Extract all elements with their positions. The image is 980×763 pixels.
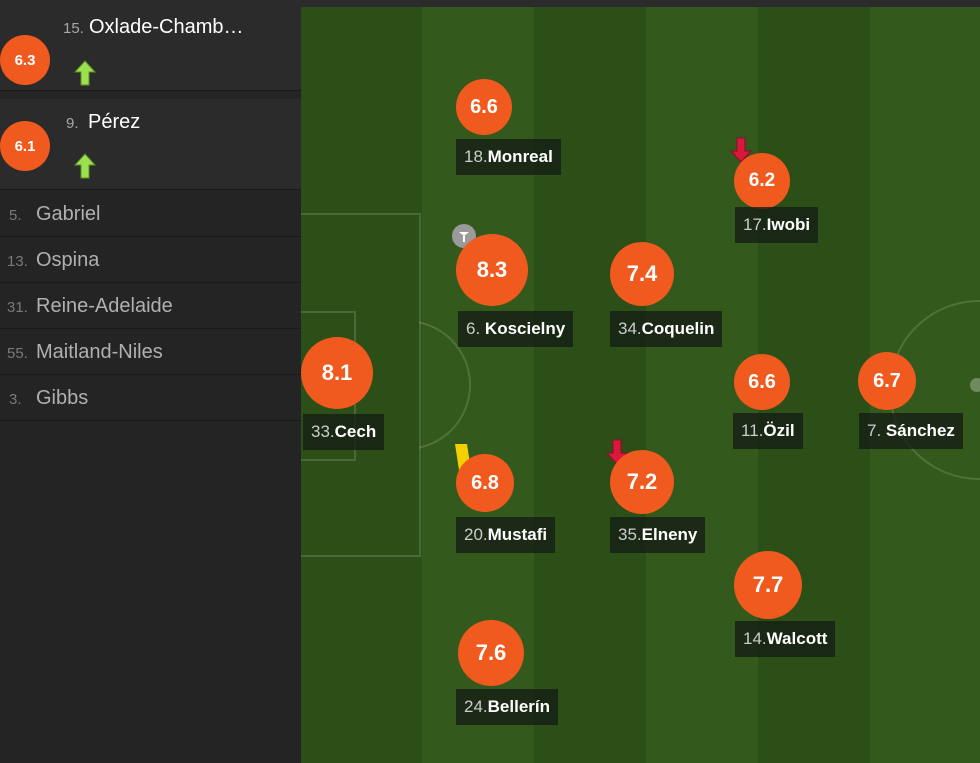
player-rating-badge: 6.2: [734, 153, 790, 209]
bench-panel: 6.3 15. Oxlade-Chamb… 6.1 9. Pérez 5. Ga…: [0, 0, 301, 763]
player-number: 35.: [618, 525, 642, 544]
player-number: 7.: [867, 421, 882, 440]
player-number: 24.: [464, 697, 488, 716]
pitch-top-bar: [301, 0, 980, 7]
player-number: 3.: [9, 391, 22, 408]
player-name: Iwobi: [766, 215, 811, 234]
bench-row-gabriel[interactable]: 5. Gabriel: [0, 191, 301, 237]
player-label: 34.Coquelin: [610, 311, 723, 347]
player-rating-badge: 6.6: [456, 79, 512, 135]
pitch-stripe: [534, 0, 646, 763]
player-name: Koscielny: [484, 319, 566, 338]
player-number: 34.: [618, 319, 642, 338]
player-label: 11.Özil: [733, 413, 803, 449]
player-label: 6. Koscielny: [458, 311, 574, 347]
player-rating-badge: 6.1: [0, 121, 50, 171]
pitch: 8.1 33.Cech 6.6 18.Monreal 8.3 6. Koscie…: [301, 0, 980, 763]
player-number: 14.: [743, 629, 767, 648]
bench-row-reine-adelaide[interactable]: 31. Reine-Adelaide: [0, 283, 301, 329]
player-name: Monreal: [487, 147, 553, 166]
player-rating-badge: 8.1: [301, 337, 373, 409]
player-rating-badge: 6.3: [0, 35, 50, 85]
player-name: Cech: [334, 422, 377, 441]
bench-row-ospina[interactable]: 13. Ospina: [0, 237, 301, 283]
player-number: 6.: [466, 319, 481, 338]
player-number: 55.: [7, 345, 28, 362]
player-rating-badge: 7.7: [734, 551, 802, 619]
player-rating-badge: 7.4: [610, 242, 674, 306]
player-label: 14.Walcott: [735, 621, 836, 657]
player-label: 20.Mustafi: [456, 517, 556, 553]
player-number: 13.: [7, 253, 28, 270]
player-label: 18.Monreal: [456, 139, 561, 175]
player-label: 24.Bellerín: [456, 689, 558, 725]
player-label: 35.Elneny: [610, 517, 706, 553]
bench-row-gibbs[interactable]: 3. Gibbs: [0, 375, 301, 421]
player-label: 33.Cech: [303, 414, 385, 450]
sub-row-perez[interactable]: 6.1 9. Pérez: [0, 99, 301, 190]
player-name: Walcott: [766, 629, 828, 648]
player-rating-badge: 6.7: [858, 352, 916, 410]
center-spot: [970, 378, 980, 392]
player-rating-badge: 6.8: [456, 454, 514, 512]
sub-in-arrow-icon: [74, 153, 96, 179]
player-label: 7. Sánchez: [859, 413, 963, 449]
player-name: Sánchez: [885, 421, 955, 440]
player-number: 33.: [311, 422, 335, 441]
player-name: Gibbs: [36, 387, 89, 409]
player-name: Pérez: [88, 111, 141, 133]
player-number: 17.: [743, 215, 767, 234]
player-number: 15.: [63, 20, 84, 37]
player-number: 9.: [66, 115, 79, 132]
player-name: Reine-Adelaide: [36, 295, 173, 317]
player-name: Maitland-Niles: [36, 341, 163, 363]
player-name: Oxlade-Chamb…: [89, 16, 244, 38]
player-rating-badge: 6.6: [734, 354, 790, 410]
player-name: Elneny: [641, 525, 698, 544]
player-name: Coquelin: [641, 319, 715, 338]
player-name: Gabriel: [36, 203, 101, 225]
player-name: Mustafi: [487, 525, 548, 544]
sub-row-oxlade-chamberlain[interactable]: 6.3 15. Oxlade-Chamb…: [0, 0, 301, 91]
player-number: 20.: [464, 525, 488, 544]
player-number: 18.: [464, 147, 488, 166]
player-rating-badge: 7.6: [458, 620, 524, 686]
player-number: 31.: [7, 299, 28, 316]
player-rating-badge: 8.3: [456, 234, 528, 306]
player-number: 5.: [9, 207, 22, 224]
player-name: Bellerín: [487, 697, 550, 716]
player-number: 11.: [741, 421, 764, 440]
sub-in-arrow-icon: [74, 60, 96, 86]
player-name: Ospina: [36, 249, 100, 271]
player-rating-badge: 7.2: [610, 450, 674, 514]
player-label: 17.Iwobi: [735, 207, 819, 243]
player-name: Özil: [763, 421, 795, 440]
bench-row-maitland-niles[interactable]: 55. Maitland-Niles: [0, 329, 301, 375]
